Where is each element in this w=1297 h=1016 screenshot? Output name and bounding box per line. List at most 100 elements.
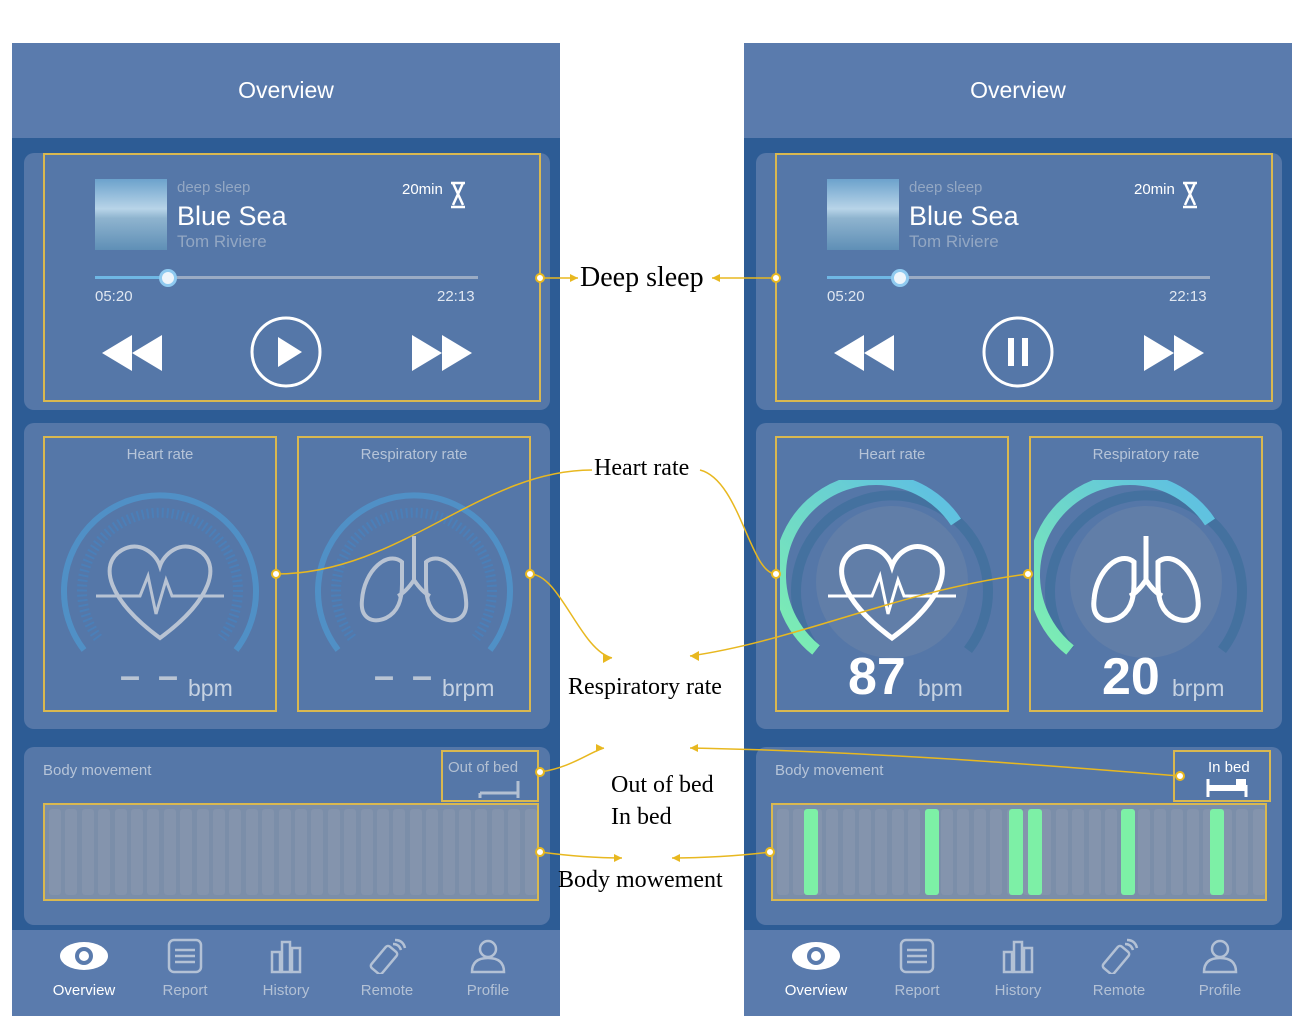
chart-stripe	[941, 809, 953, 895]
chart-stripe	[973, 809, 986, 895]
chart-stripe	[98, 809, 111, 895]
chart-stripe	[49, 809, 61, 895]
chart-stripe	[229, 809, 242, 895]
chart-stripe	[1137, 809, 1150, 895]
chart-stripe	[65, 809, 78, 895]
nav-item-label: Remote	[1092, 982, 1146, 999]
fast-forward-icon[interactable]	[410, 333, 474, 373]
annotation-heart-rate: Heart rate	[594, 455, 690, 481]
nav-item-overview[interactable]: Overview	[771, 938, 861, 999]
nav-item-profile[interactable]: Profile	[1175, 938, 1265, 999]
progress-track[interactable]	[827, 276, 1210, 279]
timer-label[interactable]: 20min	[402, 181, 443, 198]
chart-stripe	[327, 809, 340, 895]
music-title: Blue Sea	[909, 201, 1019, 231]
chart-stripe	[180, 809, 193, 895]
rewind-icon[interactable]	[100, 333, 164, 373]
report-icon	[872, 938, 962, 979]
resp-gauge	[315, 492, 513, 652]
chart-stripe	[826, 809, 839, 895]
movement-bar	[1009, 809, 1024, 895]
music-title: Blue Sea	[177, 201, 287, 231]
music-artist: Tom Riviere	[909, 232, 999, 251]
chart-stripe	[81, 809, 94, 895]
chart-stripe	[295, 809, 307, 895]
annotation-respiratory-rate: Respiratory rate	[568, 674, 722, 700]
resp-rate-unit: brpm	[442, 675, 495, 701]
hourglass-icon[interactable]	[1181, 181, 1199, 209]
resp-gauge	[1034, 480, 1247, 658]
chart-stripe	[1170, 809, 1183, 895]
nav-item-remote[interactable]: Remote	[1074, 938, 1164, 999]
header-bar: Overview	[12, 43, 560, 138]
chart-stripe	[1088, 809, 1101, 895]
chart-stripe	[1236, 809, 1249, 895]
chart-stripe	[524, 809, 537, 895]
chart-stripe	[114, 809, 127, 895]
heart-rate-unit: bpm	[918, 675, 963, 701]
nav-item-overview[interactable]: Overview	[39, 938, 129, 999]
nav-item-label: Overview	[784, 982, 848, 999]
phone-screen-left: Overview deep sleep Blue Sea Tom Riviere…	[12, 43, 560, 1016]
music-category: deep sleep	[177, 179, 251, 196]
heart-rate-unit: bpm	[188, 675, 233, 701]
progress-fill	[95, 276, 168, 279]
timer-label[interactable]: 20min	[1134, 181, 1175, 198]
profile-icon	[1175, 938, 1265, 979]
rewind-icon[interactable]	[832, 333, 896, 373]
chart-stripe	[311, 809, 324, 895]
album-cover	[95, 179, 167, 250]
nav-item-remote[interactable]: Remote	[342, 938, 432, 999]
chart-stripe	[1055, 809, 1068, 895]
heart-gauge	[61, 492, 259, 652]
nav-item-history[interactable]: History	[973, 938, 1063, 999]
fast-forward-icon[interactable]	[1142, 333, 1206, 373]
nav-item-label: Report	[162, 982, 208, 999]
heart-rate-label: Heart rate	[858, 446, 926, 463]
movement-chart-right	[771, 803, 1267, 901]
nav-item-history[interactable]: History	[241, 938, 331, 999]
play-button[interactable]	[249, 315, 323, 389]
chart-stripe	[196, 809, 209, 895]
chart-stripe	[344, 809, 357, 895]
pause-button[interactable]	[981, 315, 1055, 389]
remote-icon	[1074, 938, 1164, 979]
progress-knob[interactable]	[158, 269, 177, 287]
page-title: Overview	[970, 77, 1066, 103]
chart-stripe	[1187, 809, 1199, 895]
hourglass-icon[interactable]	[449, 181, 467, 209]
total-time: 22:13	[437, 288, 475, 305]
nav-item-label: Report	[894, 982, 940, 999]
chart-stripe	[377, 809, 389, 895]
progress-track[interactable]	[95, 276, 478, 279]
nav-item-label: History	[262, 982, 310, 999]
profile-icon	[443, 938, 533, 979]
nav-item-profile[interactable]: Profile	[443, 938, 533, 999]
nav-item-report[interactable]: Report	[140, 938, 230, 999]
movement-bar	[1209, 809, 1224, 895]
play-icon	[278, 337, 302, 367]
remote-icon	[342, 938, 432, 979]
nav-item-label: History	[994, 982, 1042, 999]
movement-bar	[1121, 809, 1136, 895]
movement-bar	[1027, 809, 1042, 895]
heart-icon	[107, 544, 213, 641]
chart-stripe	[409, 809, 422, 895]
resp-rate-label: Respiratory rate	[360, 446, 468, 463]
progress-knob[interactable]	[890, 269, 909, 287]
chart-stripe	[360, 809, 373, 895]
body-movement-label: Body movement	[43, 762, 152, 779]
chart-stripe	[262, 809, 275, 895]
page-title: Overview	[238, 77, 334, 103]
nav-item-report[interactable]: Report	[872, 938, 962, 999]
chart-stripe	[1252, 809, 1265, 895]
chart-stripe	[131, 809, 143, 895]
chart-stripe	[777, 809, 789, 895]
heart-rate-value: – –	[120, 655, 183, 696]
bed-occupied-icon	[1206, 779, 1248, 797]
chart-stripe	[459, 809, 471, 895]
resp-rate-unit: brpm	[1172, 675, 1225, 701]
header-bar: Overview	[744, 43, 1292, 138]
chart-stripe	[426, 809, 439, 895]
bed-status-label: In bed	[1208, 759, 1250, 776]
